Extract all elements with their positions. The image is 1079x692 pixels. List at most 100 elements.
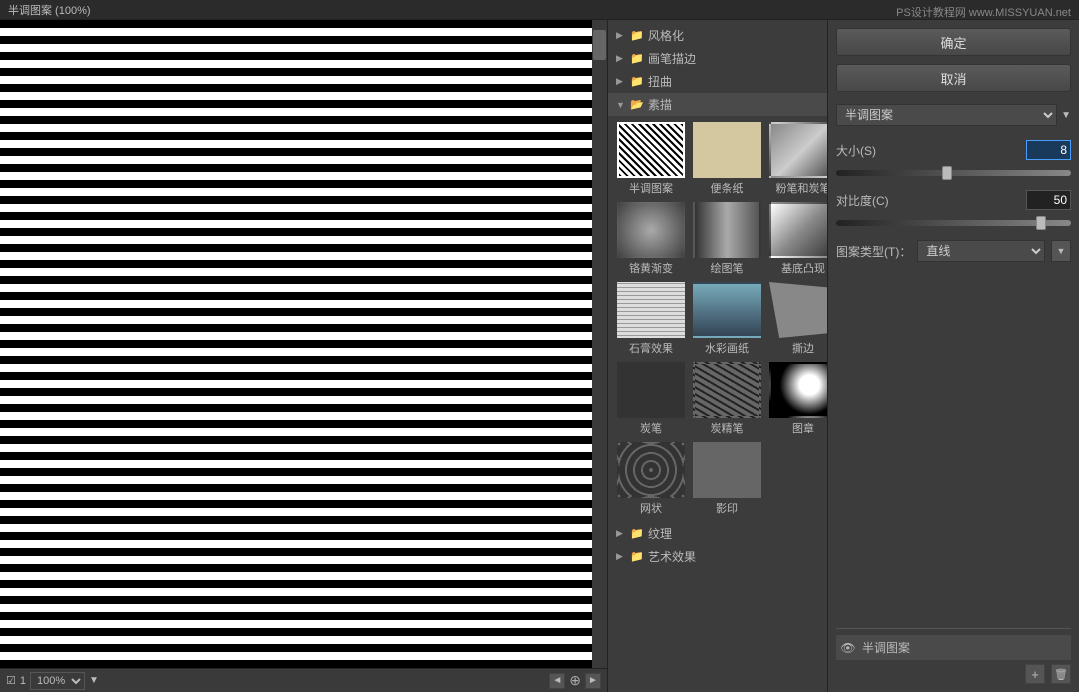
window-title: 半调图案 (100%)	[8, 2, 91, 18]
thumb-label-notecard: 便条纸	[711, 180, 744, 196]
contrast-input[interactable]	[1026, 190, 1071, 210]
tree-label-huabimiao: 画笔描边	[648, 50, 696, 67]
thumb-label-stamp: 影印	[716, 500, 738, 516]
canvas-container	[0, 20, 607, 668]
layer-section: 👁 半调图案 + 🗑	[836, 628, 1071, 684]
thumb-notecard[interactable]: 便条纸	[692, 122, 762, 196]
confirm-button[interactable]: 确定	[836, 28, 1071, 56]
arrow-icon: ▼	[616, 100, 626, 110]
thumb-label-bas1: 铬黄渐变	[629, 260, 673, 276]
tree-item-yishu[interactable]: ▶ 📁 艺术效果	[608, 545, 827, 568]
arrow-icon: ▶	[616, 528, 626, 539]
size-slider-thumb[interactable]	[942, 166, 952, 180]
thumb-img-pencil	[769, 122, 828, 178]
folder-icon: 📁	[630, 75, 644, 88]
logo-icon: ⊕	[569, 672, 581, 689]
filter-panel: ▶ 📁 风格化 ▶ 📁 画笔描边 ▶ 📁 扭曲 ▼ 📂 素描 半调图案	[608, 20, 828, 692]
folder-icon: 📁	[630, 52, 644, 65]
folder-icon: 📁	[630, 550, 644, 563]
tree-item-fenggehua[interactable]: ▶ 📁 风格化	[608, 24, 827, 47]
scroll-thumb[interactable]	[593, 30, 606, 60]
thumb-img-notecard	[693, 122, 761, 178]
thumb-chalk[interactable]: 石膏效果	[616, 282, 686, 356]
filter-select-arrow[interactable]: ▼	[1061, 110, 1071, 121]
folder-icon: 📁	[630, 29, 644, 42]
contrast-row: 对比度(C)	[836, 190, 1071, 210]
size-slider-row	[836, 170, 1071, 176]
canvas-area: ☑ 1 100% 50% 200% ▼ ◄ ⊕ ►	[0, 20, 608, 692]
contrast-label: 对比度(C)	[836, 192, 889, 209]
tree-label-yishu: 艺术效果	[648, 548, 696, 565]
cancel-button[interactable]: 取消	[836, 64, 1071, 92]
thumb-img-water	[693, 282, 761, 338]
eye-icon[interactable]: 👁	[840, 640, 856, 656]
thumb-img-stamp	[693, 442, 761, 498]
canvas-bottom-bar: ☑ 1 100% 50% 200% ▼ ◄ ⊕ ►	[0, 668, 607, 692]
thumb-img-bas2	[693, 202, 761, 258]
watermark: PS设计教程网 www.MISSYUAN.net	[896, 4, 1071, 20]
type-select[interactable]: 直线 圆形 点	[917, 240, 1045, 262]
thumb-label-charcoal1: 炭笔	[640, 420, 662, 436]
arrow-icon: ▶	[616, 551, 626, 562]
size-input[interactable]	[1026, 140, 1071, 160]
layer-name: 半调图案	[862, 639, 910, 656]
vertical-scrollbar[interactable]	[592, 20, 607, 668]
tree-item-suocai[interactable]: ▼ 📂 素描	[608, 93, 827, 116]
thumb-reticulation[interactable]: 网状	[616, 442, 686, 516]
folder-icon: 📁	[630, 527, 644, 540]
thumb-charcoal2[interactable]: 炭精笔	[692, 362, 762, 436]
thumb-label-pencil: 粉笔和炭笔	[776, 180, 829, 196]
thumb-stamp[interactable]: 影印	[692, 442, 762, 516]
tree-label-fenggehua: 风格化	[648, 27, 684, 44]
tree-label-wenli: 纹理	[648, 525, 672, 542]
tree-item-wenli[interactable]: ▶ 📁 纹理	[608, 522, 827, 545]
zoom-select[interactable]: 100% 50% 200%	[30, 672, 85, 690]
checkbox-icon: ☑	[6, 674, 16, 687]
size-label: 大小(S)	[836, 142, 876, 159]
thumb-label-graphic: 图章	[792, 420, 814, 436]
tree-label-suocai: 素描	[648, 96, 672, 113]
nav-right-button[interactable]: ►	[585, 673, 601, 689]
thumb-bas2[interactable]: 绘图笔	[692, 202, 762, 276]
thumb-pencil[interactable]: 粉笔和炭笔	[768, 122, 828, 196]
thumb-charcoal1[interactable]: 炭笔	[616, 362, 686, 436]
type-label: 图案类型(T)：	[836, 243, 911, 260]
thumb-bas1[interactable]: 铬黄渐变	[616, 202, 686, 276]
contrast-slider-thumb[interactable]	[1036, 216, 1046, 230]
tree-item-huabimiao[interactable]: ▶ 📁 画笔描边	[608, 47, 827, 70]
thumb-label-water: 水彩画纸	[705, 340, 749, 356]
layer-item: 👁 半调图案	[836, 635, 1071, 660]
tree-item-niuqu[interactable]: ▶ 📁 扭曲	[608, 70, 827, 93]
title-bar: 半调图案 (100%) PS设计教程网 www.MISSYUAN.net	[0, 0, 1079, 20]
thumb-img-emboss	[769, 202, 828, 258]
folder-open-icon: 📂	[630, 98, 644, 111]
size-slider-track[interactable]	[836, 170, 1071, 176]
arrow-icon: ▶	[616, 76, 626, 87]
type-select-arrow[interactable]: ▼	[1051, 240, 1071, 262]
thumb-graphic[interactable]: 图章	[768, 362, 828, 436]
thumb-img-reticulation	[617, 442, 685, 498]
contrast-slider-track[interactable]	[836, 220, 1071, 226]
thumb-label-halftone: 半调图案	[629, 180, 673, 196]
thumb-label-reticulation: 网状	[640, 500, 662, 516]
thumb-torn[interactable]: 撕边	[768, 282, 828, 356]
thumb-emboss[interactable]: 基底凸现	[768, 202, 828, 276]
contrast-slider-row	[836, 220, 1071, 226]
filter-select[interactable]: 半调图案	[836, 104, 1057, 126]
delete-layer-button[interactable]: 🗑	[1051, 664, 1071, 684]
zoom-arrow[interactable]: ▼	[89, 675, 99, 686]
thumb-label-emboss: 基底凸现	[781, 260, 825, 276]
thumb-img-bas1	[617, 202, 685, 258]
arrow-icon: ▶	[616, 53, 626, 64]
nav-left-button[interactable]: ◄	[549, 673, 565, 689]
thumb-label-charcoal2: 炭精笔	[711, 420, 744, 436]
size-row: 大小(S)	[836, 140, 1071, 160]
thumb-halftone[interactable]: 半调图案	[616, 122, 686, 196]
add-layer-button[interactable]: +	[1025, 664, 1045, 684]
arrow-icon: ▶	[616, 30, 626, 41]
thumb-img-charcoal1	[617, 362, 685, 418]
thumb-img-charcoal2	[693, 362, 761, 418]
thumb-water[interactable]: 水彩画纸	[692, 282, 762, 356]
thumbnail-grid: 半调图案 便条纸 粉笔和炭笔 铬黄渐变 绘图笔 基底凸现	[608, 116, 827, 522]
thumb-img-halftone	[617, 122, 685, 178]
